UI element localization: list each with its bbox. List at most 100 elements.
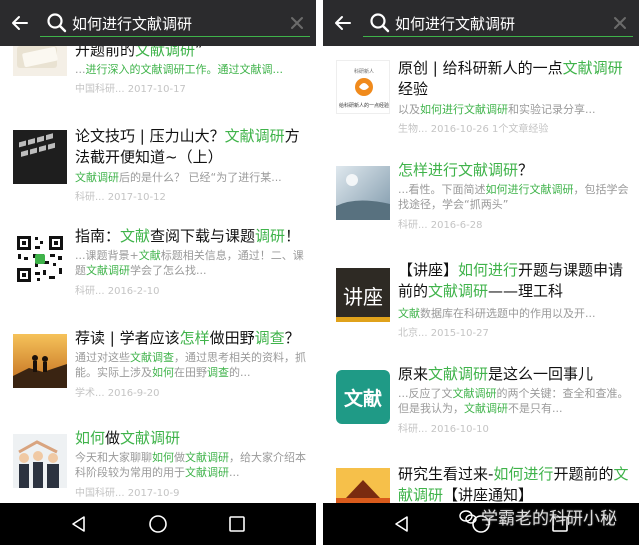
text-run: 通过对这些 [75,351,130,364]
search-input[interactable]: 如何进行文献调研 [395,13,607,34]
article-title: 【讲座】如何进行开题与课题申请前的文献调研——理工科 [398,260,629,302]
text-run: ” [195,46,203,59]
article-snippet: 今天和大家聊聊如何做文献调研，给大家介绍本科阶段较为常用的用于文献调研... [75,450,306,480]
arrow-left-icon [335,16,351,30]
article-snippet: 以及如何进行文献调研和实验记录分享... [398,102,629,117]
triangle-back-icon [395,516,409,532]
highlighted-keyword: 文献调研 [428,282,489,300]
article-thumbnail [13,232,67,286]
highlighted-keyword: 文献调研 [428,365,489,383]
result-list: 科研新人 给科研新人的一点经验 原创 | 给科研新人的一点文献调研经验 以及如何进… [323,46,639,503]
close-icon [291,17,303,29]
article-snippet: ...反应了文文献调研的两个关键：查全和查准。但是我认为，文献调研不是只有... [398,386,629,416]
article-snippet: 文献数据库在科研选题中的作用以及开... [398,306,629,321]
article-thumbnail: 科研新人给科研新人的一点经验 [336,60,390,114]
clear-button[interactable] [607,10,633,36]
article-title: 研究生看过来-如何进行开题前的文献调研【讲座通知】 [398,464,629,503]
thumb-text-cover: 给科研新人的一点经验 [339,102,389,109]
text-run: ...课题背景+ [75,249,139,262]
article-title: 如何做文献调研 [75,428,306,449]
text-run: 在田野 [174,366,207,379]
back-button[interactable] [323,0,363,46]
nav-home-button[interactable] [146,512,170,536]
text-run: 以及 [398,103,420,116]
list-item[interactable]: 荐读 | 学者应该怎样做田野调查？ 通过对这些文献调查，通过思考相关的资料，抓能… [0,328,316,414]
text-run: 和实验记录分享... [508,103,596,116]
nav-recents-button[interactable] [225,512,249,536]
nav-back-button[interactable] [390,512,414,536]
text-run: 开题前的 [75,46,136,59]
highlighted-keyword: 文献调研 [224,127,285,145]
divider [316,0,323,545]
search-header: 如何进行文献调研 [323,0,639,46]
watermark-text: 学霸老的科研小秘 [481,509,617,529]
article-snippet: ...进行深入的文献调研工作。通过文献调... [75,62,306,77]
qr-code-icon [13,232,67,286]
article-thumbnail [13,130,67,184]
article-thumbnail [336,468,390,503]
text-run: 的... [229,366,251,379]
square-recents-icon [228,516,245,532]
article-snippet: ...课题背景+文献标题相关信息，通过！二、课题文献调研学会了怎么找... [75,248,306,278]
nav-back-button[interactable] [67,512,91,536]
highlighted-keyword: 如何 [75,429,106,447]
highlighted-keyword: 文献 [398,307,420,320]
thumb-text-top: 科研新人 [354,68,374,75]
text-run: 开题前的 [553,465,614,483]
article-meta: 科研... 2016-2-10 [75,286,160,297]
highlighted-keyword: 文献调研 [185,466,229,479]
text-run: ... [75,63,86,76]
back-button[interactable] [0,0,40,46]
text-run: 研究生看过来- [398,465,494,483]
highlighted-keyword: 文献 [138,249,161,262]
text-run: ？ [518,161,534,179]
article-title: 怎样进行文献调研？ [398,160,629,181]
list-item[interactable]: 开题前的文献调研” ...进行深入的文献调研工作。通过文献调... 中国科研..… [0,46,316,110]
text-run: 数据库在科研选题中的作用以及开... [420,307,596,320]
highlighted-keyword: 文献调研 [185,451,229,464]
search-icon [47,13,67,33]
thumb-label-lecture: 讲座 [343,284,383,309]
search-box[interactable]: 如何进行文献调研 [40,0,310,46]
circle-home-icon [149,515,167,533]
clear-button[interactable] [284,10,310,36]
highlighted-keyword: 文献调查 [130,351,174,364]
list-item[interactable]: 讲座 【讲座】如何进行开题与课题申请前的文献调研——理工科 文献数据库在科研选题… [323,260,639,356]
highlighted-keyword: 文献调研 [75,171,119,184]
search-underline [363,36,633,37]
list-item[interactable]: 论文技巧 | 压力山大？文献调研方法截开便知道~（上） 文献调研后的是什么？ 已… [0,126,316,208]
search-underline [40,36,310,37]
text-run: 经验 [398,80,429,98]
text-run: 【讲座】 [398,261,459,279]
close-icon [614,17,626,29]
list-item[interactable]: 研究生看过来-如何进行开题前的文献调研【讲座通知】 [323,464,639,503]
highlighted-keyword: 调查 [254,329,285,347]
article-thumbnail [336,166,390,220]
text-run: 做 [105,429,121,447]
search-input[interactable]: 如何进行文献调研 [72,13,284,34]
arrow-left-icon [12,16,28,30]
article-meta: 科研... 2017-10-12 [75,192,166,203]
list-item[interactable]: 文献 原来文献调研是这么一回事儿 ...反应了文文献调研的两个关键：查全和查准。… [323,364,639,450]
list-item[interactable]: 如何做文献调研 今天和大家聊聊如何做文献调研，给大家介绍本科阶段较为常用的用于文… [0,428,316,503]
text-run: 今天和大家聊聊 [75,451,152,464]
highlighted-keyword: 调查 [207,366,229,379]
text-run: ... [229,466,240,479]
wechat-logo-icon [459,509,477,524]
screenshot-composite: 如何进行文献调研 开题前的文献调研” ...进行深入的文献调研工作。通过文献调.… [0,0,640,545]
text-run: 后的是什么？ 已经“为了进行某... [119,171,282,184]
list-item[interactable]: 指南：文献查阅下载与课题调研！ ...课题背景+文献标题相关信息，通过！二、课题… [0,226,316,312]
article-snippet: ...看性。下面简述如何进行文献调研，包括学会找途径，学会“抓两头” [398,182,629,212]
search-box[interactable]: 如何进行文献调研 [363,0,633,46]
text-run: 荐读 | 学者应该 [75,329,180,347]
highlighted-keyword: 文献调研 [464,402,508,415]
list-item[interactable]: 科研新人给科研新人的一点经验 原创 | 给科研新人的一点文献调研经验 以及如何进… [323,58,639,144]
article-meta: 中国科研... 2017-10-9 [75,488,180,499]
highlighted-keyword: 如何 [152,366,174,379]
highlighted-keyword: 文献 [120,227,151,245]
text-run: 原创 | 给科研新人的一点 [398,59,563,77]
list-item[interactable]: 怎样进行文献调研？ ...看性。下面简述如何进行文献调研，包括学会找途径，学会“… [323,160,639,246]
left-phone-screen: 如何进行文献调研 开题前的文献调研” ...进行深入的文献调研工作。通过文献调.… [0,0,316,545]
highlighted-keyword: 进行深入的文献调研工作。通过文献调... [85,63,284,76]
highlighted-keyword: 文献调研 [562,59,623,77]
